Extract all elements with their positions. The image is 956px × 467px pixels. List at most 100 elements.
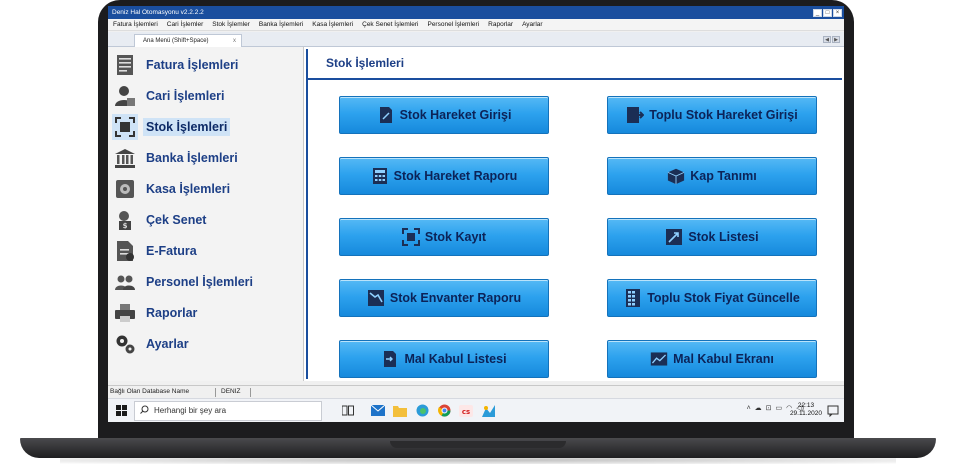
menu-stok[interactable]: Stok İşlemler [207,21,254,28]
safe-icon [112,176,138,202]
mal-kabul-listesi-button[interactable]: Mal Kabul Listesi [339,340,549,378]
chrome-browser-icon[interactable] [433,400,455,422]
file-explorer-icon[interactable] [389,400,411,422]
import-icon [381,350,399,368]
stok-hareket-raporu-button[interactable]: Stok Hareket Raporu [339,157,549,195]
battery-icon[interactable]: ▭ [776,404,783,412]
svg-text:cs: cs [462,408,470,416]
sidebar-item-label: E-Fatura [146,244,197,258]
image-chart-icon [650,350,668,368]
clock-time: 22:13 [797,402,815,409]
button-label: Mal Kabul Listesi [404,352,507,366]
sidebar-item-cek-senet[interactable]: $ Çek Senet [112,207,209,233]
laptop-base-notch [390,441,566,448]
button-label: Mal Kabul Ekranı [673,352,774,366]
menu-ayarlar[interactable]: Ayarlar [517,21,546,28]
page-title: Stok İşlemleri [326,56,405,70]
status-value: DENIZ [221,388,251,397]
sidebar-item-label: Personel İşlemleri [146,275,254,289]
menu-banka[interactable]: Banka İşlemleri [254,21,307,28]
tab-close-icon[interactable]: x [233,38,236,44]
menu-bar: Fatura İşlemleri Cari İşlemler Stok İşle… [108,19,844,31]
minimize-button[interactable]: _ [813,8,822,17]
sidebar: Fatura İşlemleri Cari İşlemleri Stok İşl… [108,47,304,381]
chevron-up-icon[interactable]: ˄ [747,405,751,412]
tab-strip: Ana Menü (Shift+Space) x ◀ ▶ [108,32,844,47]
mal-kabul-ekrani-button[interactable]: Mal Kabul Ekranı [607,340,817,378]
printer-icon [112,300,138,326]
windows-start-icon[interactable] [111,401,131,421]
sidebar-item-label: Kasa İşlemleri [146,182,231,196]
task-view-icon[interactable] [337,400,359,422]
button-label: Toplu Stok Fiyat Güncelle [647,291,800,305]
maximize-button[interactable]: □ [823,8,832,17]
menu-cek-senet[interactable]: Çek Senet İşlemleri [357,21,422,28]
sidebar-item-personel[interactable]: Personel İşlemleri [112,269,256,295]
tab-label: Ana Menü (Shift+Space) [143,38,209,44]
sidebar-item-label: Raporlar [146,306,198,320]
e-invoice-icon [112,238,138,264]
close-button[interactable]: × [833,8,842,17]
toplu-stok-hareket-girisi-button[interactable]: Toplu Stok Hareket Girişi [607,96,817,134]
cloud-icon[interactable]: ☁ [755,404,762,412]
stok-hareket-girisi-button[interactable]: Stok Hareket Girişi [339,96,549,134]
tab-scroll-right-icon[interactable]: ▶ [832,36,840,43]
app-chart-icon[interactable] [477,400,499,422]
chart-down-icon [367,289,385,307]
stok-listesi-button[interactable]: Stok Listesi [607,218,817,256]
sidebar-item-fatura[interactable]: Fatura İşlemleri [112,52,241,78]
invoice-icon [112,52,138,78]
status-bar: Bağlı Olan Database Name DENIZ [108,385,844,398]
sidebar-item-label: Stok İşlemleri [143,118,231,136]
menu-cari[interactable]: Cari İşlemler [162,21,207,28]
sidebar-item-ayarlar[interactable]: Ayarlar [112,331,192,357]
title-divider [308,78,842,80]
title-bar: Deniz Hal Otomasyonu v2.2.2.2 _ □ × [108,6,844,19]
button-label: Stok Hareket Girişi [399,108,512,122]
sidebar-item-label: Çek Senet [146,213,207,227]
notification-icon[interactable] [827,404,839,418]
search-icon [140,405,149,416]
people-icon [112,269,138,295]
sidebar-item-e-fatura[interactable]: E-Fatura [112,238,200,264]
scan-icon [401,228,420,246]
bank-icon [112,145,138,171]
tab-scroll-left-icon[interactable]: ◀ [823,36,831,43]
taskbar-clock[interactable]: 22:13 29.11.2020 [790,402,822,418]
sidebar-item-label: Banka İşlemleri [146,151,238,165]
menu-fatura[interactable]: Fatura İşlemleri [108,21,162,28]
kap-tanimi-button[interactable]: Kap Tanımı [607,157,817,195]
status-label: Bağlı Olan Database Name [110,388,216,397]
sidebar-item-cari[interactable]: Cari İşlemleri [112,83,228,109]
chart-up-icon [665,228,683,246]
cheque-icon: $ [112,207,138,233]
calculator-icon [371,167,389,185]
sidebar-item-label: Ayarlar [146,337,189,351]
taskbar-search-input[interactable]: Herhangi bir şey ara [134,400,322,421]
menu-personel[interactable]: Personel İşlemleri [422,21,483,28]
mail-icon[interactable] [367,400,389,422]
sidebar-item-banka[interactable]: Banka İşlemleri [112,145,241,171]
app-cs-icon[interactable]: cs [455,400,477,422]
edge-browser-icon[interactable] [411,400,433,422]
stok-kayit-button[interactable]: Stok Kayıt [339,218,549,256]
stok-envanter-raporu-button[interactable]: Stok Envanter Raporu [339,279,549,317]
taskbar: Herhangi bir şey ara cs ˄ ☁ ⊡ ▭ ◠ ◁) 22:… [108,398,844,422]
menu-kasa[interactable]: Kasa İşlemleri [307,21,357,28]
sidebar-item-raporlar[interactable]: Raporlar [112,300,200,326]
menu-raporlar[interactable]: Raporlar [483,21,517,28]
button-label: Stok Kayıt [424,230,487,244]
document-pen-icon [377,106,395,124]
sidebar-item-kasa[interactable]: Kasa İşlemleri [112,176,233,202]
sidebar-item-stok[interactable]: Stok İşlemleri [112,114,231,140]
toplu-stok-fiyat-guncelle-button[interactable]: Toplu Stok Fiyat Güncelle [607,279,817,317]
gears-icon [112,331,138,357]
network-icon[interactable]: ⊡ [766,404,772,412]
tab-ana-menu[interactable]: Ana Menü (Shift+Space) x [134,34,242,47]
svg-text:$: $ [123,222,128,230]
clock-date: 29.11.2020 [789,410,822,417]
search-placeholder: Herhangi bir şey ara [154,406,227,415]
button-label: Stok Listesi [688,230,759,244]
screen: Deniz Hal Otomasyonu v2.2.2.2 _ □ × Fatu… [108,6,844,422]
button-label: Stok Envanter Raporu [389,291,522,305]
